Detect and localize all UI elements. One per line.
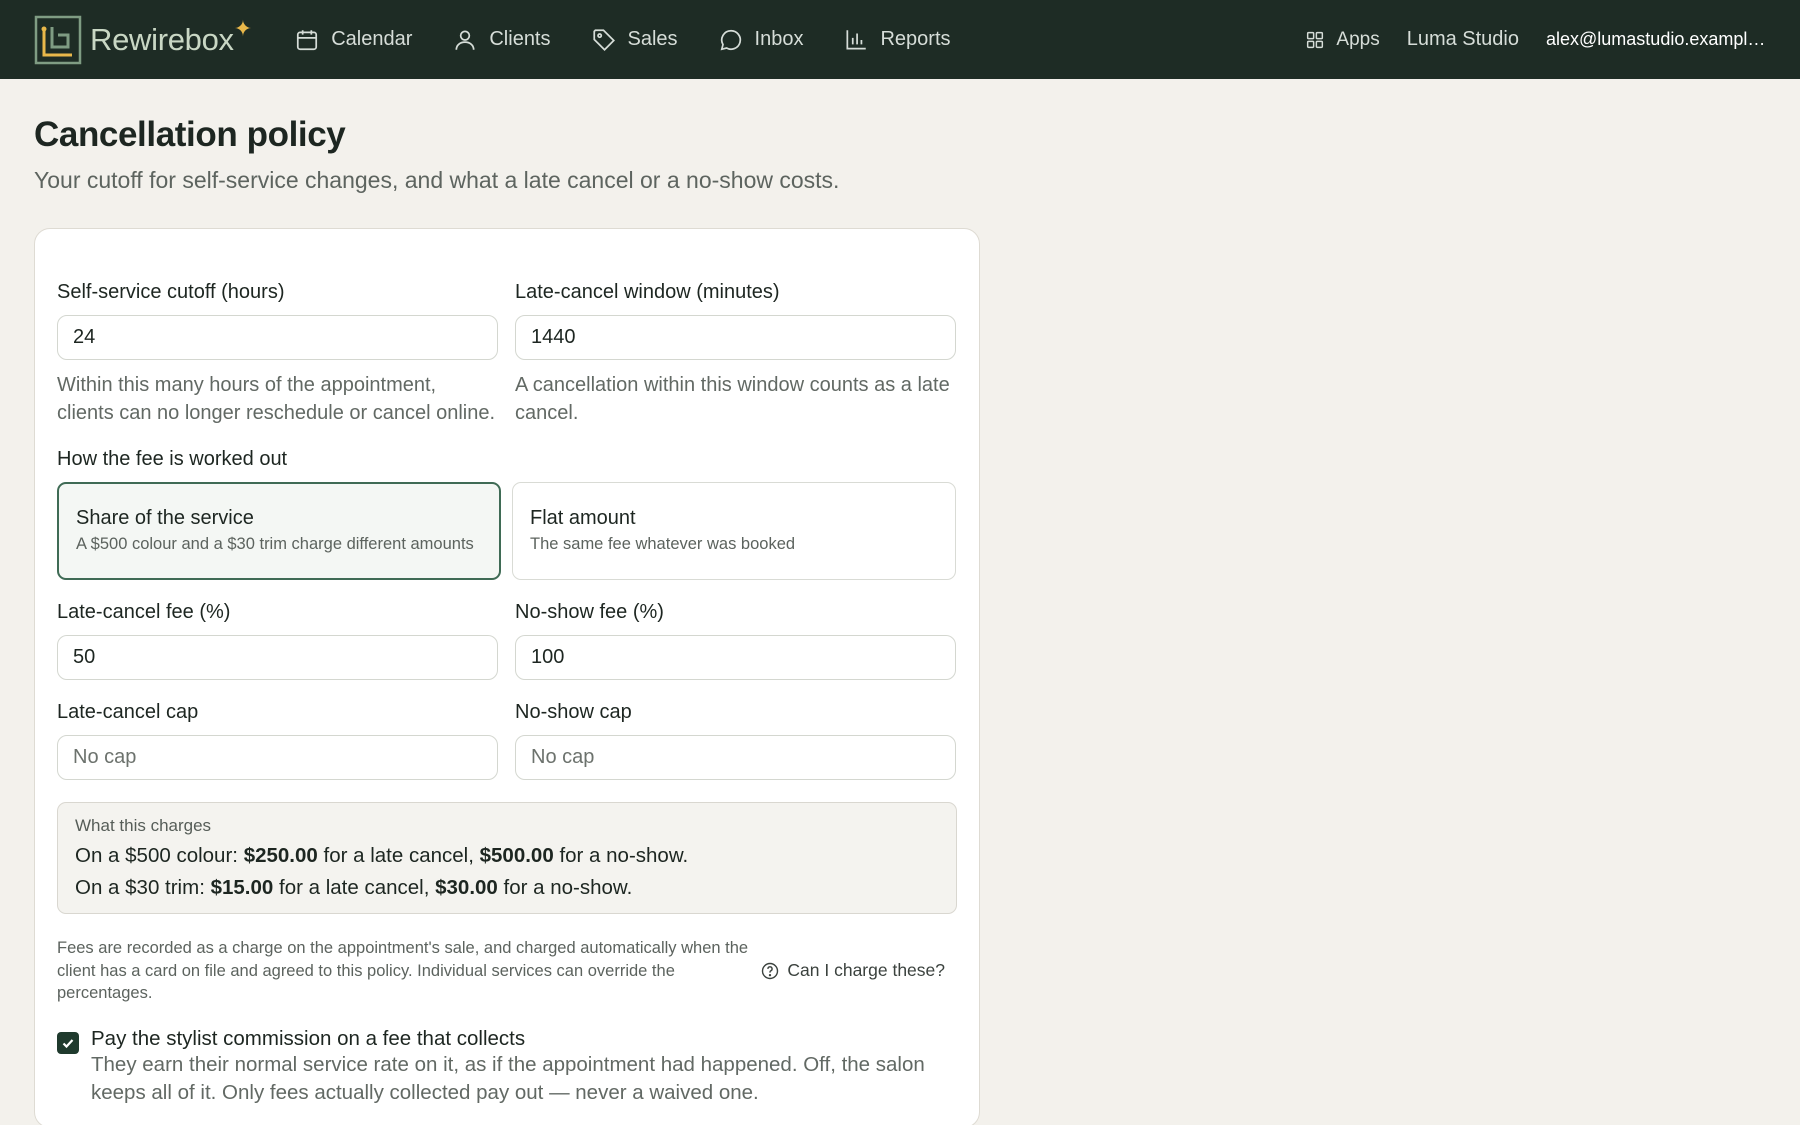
chat-bubble-icon: [720, 29, 741, 50]
nav-label-reports: Reports: [880, 28, 951, 50]
summary-mid: for a late cancel,: [279, 876, 430, 899]
footnote-row: Fees are recorded as a charge on the app…: [57, 937, 957, 1005]
no-show-amount: $30.00: [435, 876, 498, 899]
brand-name: Rewirebox: [90, 21, 234, 57]
late-fee-label: Late-cancel fee (%): [57, 601, 231, 623]
question-circle-icon: [762, 962, 779, 979]
nav-label-inbox: Inbox: [754, 28, 804, 50]
nav-label-clients: Clients: [489, 28, 551, 50]
cap-row: Late-cancel cap No-show cap: [57, 701, 957, 780]
commission-text: Pay the stylist commission on a fee that…: [91, 1027, 957, 1107]
late-cap-field: Late-cancel cap: [57, 701, 498, 780]
late-fee-input[interactable]: [57, 635, 498, 680]
summary-line: On a $500 colour: $250.00 for a late can…: [75, 844, 939, 868]
fee-row: Late-cancel fee (%) No-show fee (%): [57, 601, 957, 680]
apps-button[interactable]: Apps: [1304, 28, 1380, 51]
fee-method-label: How the fee is worked out: [57, 448, 288, 470]
fee-method-flat-option[interactable]: Flat amount The same fee whatever was bo…: [512, 482, 956, 580]
option-desc: The same fee whatever was booked: [530, 535, 796, 553]
commission-checkbox[interactable]: [57, 1031, 79, 1054]
option-title: Flat amount: [530, 507, 636, 529]
nav-right: Apps Luma Studio alex@lumastudio.example…: [1304, 28, 1766, 51]
cutoff-label: Self-service cutoff (hours): [57, 281, 285, 303]
page-content: Cancellation policy Your cutoff for self…: [0, 79, 1800, 1125]
option-desc: A $500 colour and a $30 trim charge diff…: [76, 535, 474, 553]
commission-desc: They earn their normal service rate on i…: [91, 1052, 925, 1104]
summary-line: On a $30 trim: $15.00 for a late cancel,…: [75, 876, 939, 900]
nav-item-calendar[interactable]: Calendar: [294, 27, 412, 53]
noshow-cap-field: No-show cap: [515, 701, 956, 780]
timing-row: Self-service cutoff (hours) Within this …: [57, 281, 957, 427]
apps-label: Apps: [1336, 28, 1380, 50]
sparkle-icon: ✦: [233, 15, 253, 41]
check-icon: [62, 1038, 74, 1048]
cutoff-help: Within this many hours of the appointmen…: [57, 374, 496, 424]
window-help: A cancellation within this window counts…: [515, 374, 950, 424]
brand[interactable]: Rewirebox ✦: [34, 15, 252, 65]
commission-setting: Pay the stylist commission on a fee that…: [57, 1027, 957, 1107]
nav-item-clients[interactable]: Clients: [452, 27, 551, 53]
charge-summary: What this charges On a $500 colour: $250…: [57, 802, 957, 914]
main-nav: Calendar Clients Sales Inbox Reports: [294, 27, 951, 53]
noshow-fee-label: No-show fee (%): [515, 601, 664, 623]
calendar-icon: [297, 29, 318, 50]
noshow-cap-label: No-show cap: [515, 701, 632, 723]
nav-item-reports[interactable]: Reports: [843, 27, 951, 53]
fee-method-share-option[interactable]: Share of the service A $500 colour and a…: [57, 482, 501, 580]
summary-heading: What this charges: [75, 816, 212, 835]
page-title: Cancellation policy: [34, 115, 346, 154]
late-cancel-amount: $250.00: [243, 844, 318, 867]
window-input[interactable]: [515, 315, 956, 360]
help-link-label: Can I charge these?: [787, 960, 945, 981]
top-nav: Rewirebox ✦ Calendar Clients Sales Inbox…: [0, 0, 1800, 79]
charge-help-link[interactable]: Can I charge these?: [760, 960, 945, 981]
summary-suffix: for a no-show.: [503, 876, 633, 899]
late-cap-label: Late-cancel cap: [57, 701, 199, 723]
window-label: Late-cancel window (minutes): [515, 281, 780, 303]
rewirebox-logo-icon: [34, 15, 82, 64]
noshow-fee-input[interactable]: [515, 635, 956, 680]
studio-switcher[interactable]: Luma Studio: [1407, 28, 1519, 51]
nav-label-sales: Sales: [627, 28, 678, 50]
late-fee-field: Late-cancel fee (%): [57, 601, 498, 680]
policy-card: Self-service cutoff (hours) Within this …: [34, 228, 980, 1125]
summary-suffix: for a no-show.: [559, 844, 689, 867]
bar-chart-icon: [846, 29, 867, 50]
noshow-fee-field: No-show fee (%): [515, 601, 956, 680]
nav-item-inbox[interactable]: Inbox: [718, 27, 804, 53]
commission-title: Pay the stylist commission on a fee that…: [91, 1026, 526, 1050]
nav-label-calendar: Calendar: [331, 28, 413, 50]
summary-prefix: On a $30 trim:: [75, 876, 205, 899]
summary-mid: for a late cancel,: [323, 844, 474, 867]
page-subtitle: Your cutoff for self-service changes, an…: [34, 167, 840, 193]
late-cap-input[interactable]: [57, 735, 498, 780]
nav-item-sales[interactable]: Sales: [591, 27, 678, 53]
cutoff-input[interactable]: [57, 315, 498, 360]
user-icon: [455, 29, 475, 50]
no-show-amount: $500.00: [479, 844, 554, 867]
summary-prefix: On a $500 colour:: [75, 844, 238, 867]
late-cancel-amount: $15.00: [210, 876, 274, 899]
cutoff-field: Self-service cutoff (hours) Within this …: [57, 281, 498, 427]
tag-icon: [592, 28, 615, 51]
grid-icon: [1307, 31, 1324, 48]
option-title: Share of the service: [76, 507, 254, 529]
account-email[interactable]: alex@lumastudio.example.com: [1546, 29, 1766, 50]
fees-footnote: Fees are recorded as a charge on the app…: [57, 939, 749, 1002]
window-field: Late-cancel window (minutes) A cancellat…: [515, 281, 956, 427]
fee-method-options: Share of the service A $500 colour and a…: [57, 482, 957, 580]
noshow-cap-input[interactable]: [515, 735, 956, 780]
